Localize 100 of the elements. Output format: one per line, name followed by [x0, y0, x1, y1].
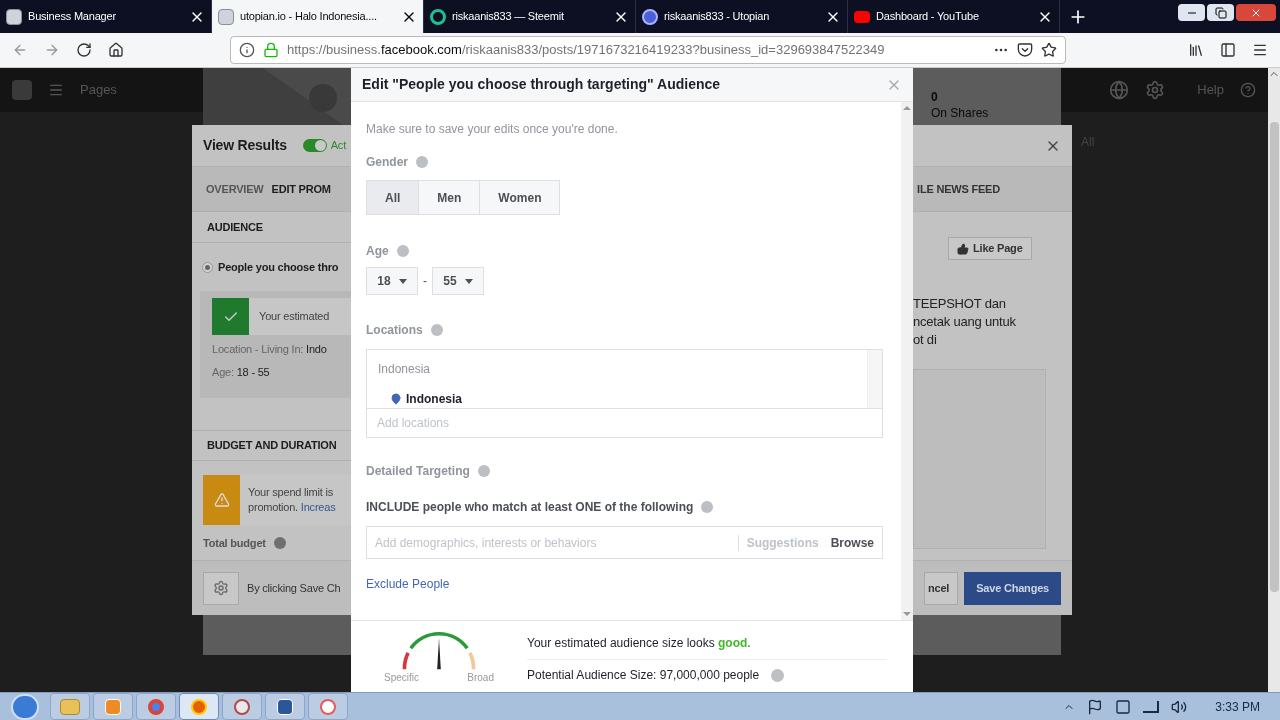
address-bar[interactable]: https://business.facebook.com/riskaanis833/posts/1971673216419233?business_id=329693847522349	[230, 36, 1066, 64]
device-icon[interactable]	[1115, 698, 1132, 715]
record-icon	[320, 698, 336, 715]
include-text: INCLUDE people who match at least ONE of the following	[366, 499, 694, 516]
location-summary: Location - Living In: Indo	[212, 342, 328, 357]
play-icon	[854, 10, 870, 23]
modal-title: Edit "People you choose through targeting" Audience	[362, 75, 722, 94]
gear-icon	[213, 580, 229, 596]
potential-size-text: Potential Audience Size: 97,000,000 people	[527, 667, 760, 684]
sidebar-icon[interactable]	[1220, 42, 1236, 58]
scrollbar[interactable]	[901, 102, 913, 620]
post-text: ncetak uang untuk	[913, 313, 1016, 331]
estimate-text: Your estimated	[259, 309, 330, 325]
settings-button[interactable]	[203, 571, 239, 605]
tab-title: utopian.io - Halo Indonesia....	[240, 9, 378, 25]
pin-icon	[390, 393, 402, 405]
warning-text: Your spend limit is promotion. Increas	[248, 485, 336, 515]
share-label: On Shares	[931, 106, 989, 120]
start-button[interactable]	[11, 693, 39, 720]
field-label: Age	[366, 243, 389, 260]
field-label: Locations	[366, 322, 423, 339]
field-label: Total budget	[203, 536, 266, 551]
palette-icon	[234, 698, 250, 715]
scrollbar[interactable]	[867, 350, 882, 408]
page-icon	[218, 8, 234, 25]
globe-icon[interactable]	[1109, 80, 1130, 100]
page-icon	[6, 8, 22, 25]
signal-icon[interactable]	[1143, 700, 1160, 713]
location-item[interactable]: Indonesia	[406, 390, 462, 408]
section-heading: BUDGET AND DURATION	[207, 438, 337, 454]
age-max-select[interactable]: 55	[432, 267, 484, 295]
tab-title: Dashboard - YouTube	[876, 9, 980, 25]
back-icon[interactable]	[12, 42, 28, 58]
save-changes-button[interactable]: Save Changes	[964, 571, 1061, 605]
dialog-title: View Results	[203, 136, 287, 155]
folder-icon	[60, 698, 80, 715]
play-icon	[105, 698, 121, 715]
age-summary: Age: 18 - 55	[212, 364, 271, 380]
gender-option[interactable]: Women	[479, 180, 561, 215]
dialog-tab[interactable]: OVERVIEW	[206, 180, 264, 198]
browser-tab[interactable]: utopian.io - Halo Indonesia....	[212, 0, 424, 33]
cancel-button[interactable]: ncel	[923, 571, 959, 605]
flag-icon[interactable]	[1087, 698, 1104, 715]
gender-option[interactable]: Men	[418, 180, 481, 215]
taskbar-app[interactable]	[265, 693, 305, 720]
settings-icon[interactable]	[1145, 80, 1166, 100]
forward-icon[interactable]	[44, 42, 60, 58]
field-label: Gender	[366, 154, 408, 171]
clock-time[interactable]: 3:33 PM	[1215, 697, 1260, 716]
pocket-icon[interactable]	[1017, 42, 1033, 58]
gender-option[interactable]: All	[366, 180, 420, 215]
firefox-icon	[191, 698, 207, 715]
lock-icon	[263, 42, 279, 58]
gauge-label: Specific	[384, 672, 419, 684]
exclude-people-link[interactable]: Exclude People	[366, 575, 450, 593]
field-label: Detailed Targeting	[366, 463, 470, 480]
help-icon[interactable]	[1240, 82, 1256, 98]
location-group: Indonesia	[378, 360, 856, 378]
warning-icon	[213, 492, 230, 508]
age-min-select[interactable]: 18	[366, 267, 418, 295]
document-icon	[277, 698, 293, 715]
chat-bubble-icon	[430, 8, 446, 25]
thumbs-up-icon	[957, 242, 969, 255]
post-text: TEEPSHOT dan	[913, 295, 1007, 313]
restore-icon	[1214, 6, 1227, 19]
post-text: ot di	[913, 331, 938, 349]
menu-icon[interactable]	[1252, 42, 1268, 58]
reload-icon[interactable]	[76, 42, 92, 58]
footer-text: By clicking Save Ch	[247, 580, 341, 596]
radio-button[interactable]	[202, 261, 213, 273]
scrollbar[interactable]	[1268, 68, 1280, 692]
like-page-button[interactable]: Like Page	[948, 237, 1032, 260]
home-icon[interactable]	[108, 42, 124, 58]
section-heading: AUDIENCE	[207, 219, 263, 235]
age-separator: -	[423, 273, 427, 290]
restore-button[interactable]	[1207, 4, 1234, 21]
toggle-switch[interactable]	[302, 139, 327, 152]
speaker-icon[interactable]	[1171, 698, 1188, 715]
swirl-icon	[642, 8, 658, 25]
hint-text: Make sure to save your edits once you're done.	[366, 121, 619, 138]
info-icon	[430, 324, 443, 336]
info-icon[interactable]	[239, 42, 255, 58]
info-icon	[416, 156, 428, 168]
star-icon[interactable]	[1041, 42, 1057, 58]
info-icon	[396, 245, 409, 257]
gauge-label: Broad	[467, 672, 494, 684]
tab-title: riskaanis833 — Steemit	[452, 9, 565, 25]
chrome-icon	[148, 698, 164, 715]
share-count: 0	[931, 89, 939, 106]
tab-title: riskaanis833 - Utopian	[664, 9, 771, 25]
taskbar-app[interactable]	[222, 693, 262, 720]
library-icon[interactable]	[1188, 42, 1204, 58]
toggle-label: Act	[330, 138, 346, 154]
dialog-tab[interactable]: EDIT PROM	[271, 180, 331, 198]
minimize-button[interactable]	[1178, 4, 1205, 21]
dialog-tab[interactable]: ILE NEWS FEED	[917, 180, 1000, 198]
targeting-field[interactable]: Add demographics, interests or behaviors Suggestions Browse	[366, 526, 883, 559]
location-input[interactable]: Add locations	[366, 409, 883, 438]
taskbar-app[interactable]	[308, 693, 348, 720]
browse-button[interactable]: Browse	[826, 533, 882, 552]
